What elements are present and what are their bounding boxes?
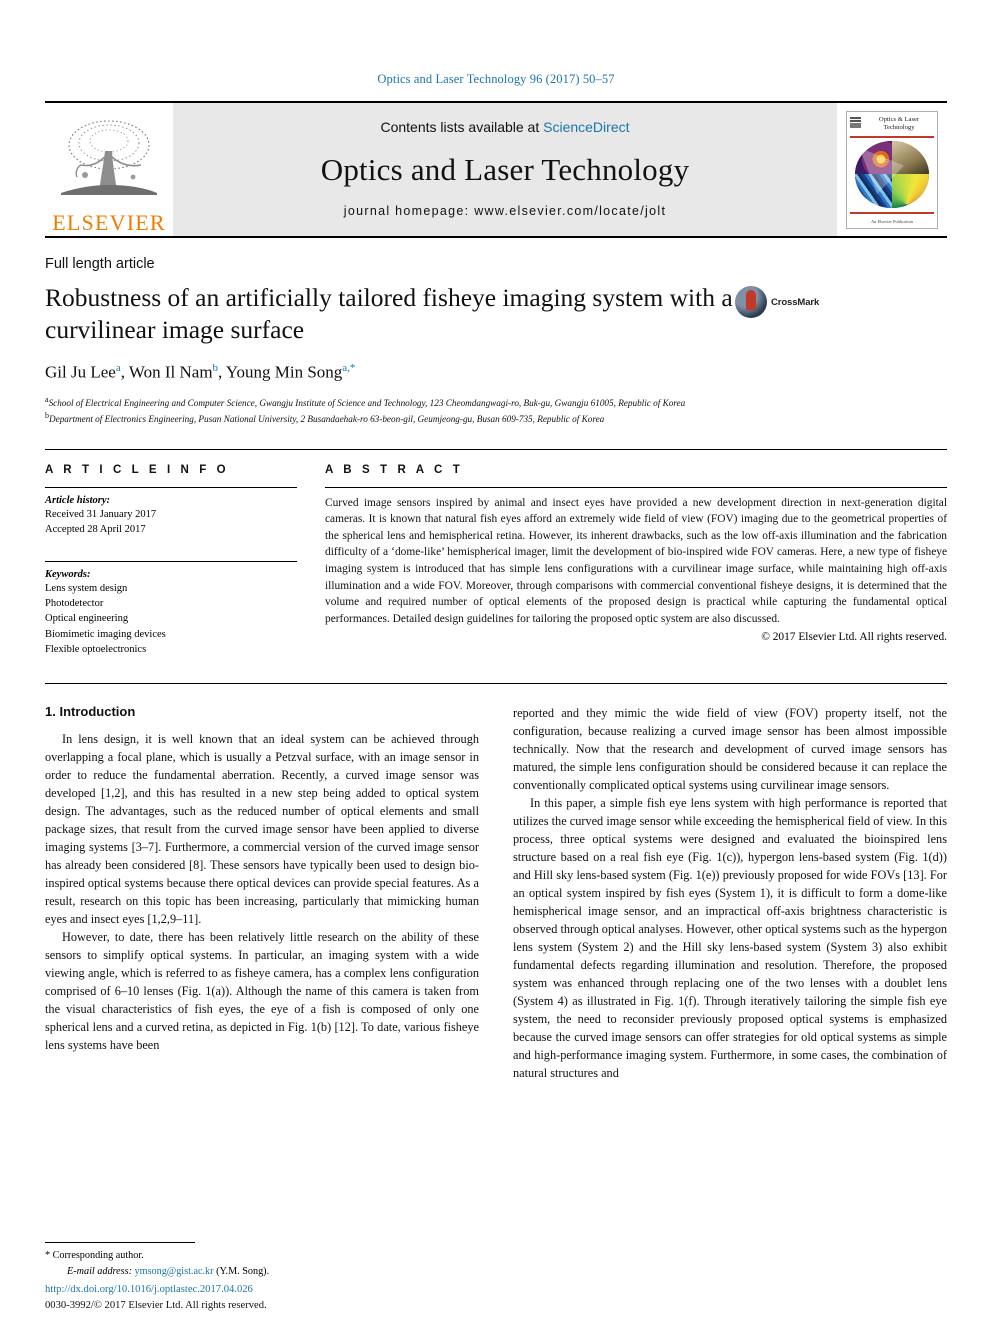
author-name-3[interactable]: Young Min Song (226, 363, 342, 382)
author-affmark-2: b (212, 362, 219, 375)
body-paragraph: However, to date, there has been relativ… (45, 930, 479, 1053)
crossmark-label: CrossMark (771, 296, 820, 308)
footnote-rule (45, 1242, 195, 1244)
keyword-item: Flexible optoelectronics (45, 643, 147, 655)
elsevier-logo: ELSEVIER (45, 103, 173, 236)
affiliation-a-text: School of Electrical Engineering and Com… (48, 397, 686, 408)
body-column-left: 1. Introduction In lens design, it is we… (45, 704, 479, 1082)
keyword-item: Optical engineering (45, 613, 129, 625)
affiliation-b: bDepartment of Electronics Engineering, … (45, 410, 947, 426)
title-row: Robustness of an artificially tailored f… (45, 282, 947, 346)
body-columns: 1. Introduction In lens design, it is we… (45, 683, 947, 1082)
article-info-rule-top (45, 486, 297, 488)
masthead-center: Contents lists available at ScienceDirec… (173, 103, 837, 236)
journal-title: Optics and Laser Technology (320, 151, 690, 187)
body-paragraph: In lens design, it is well known that an… (45, 732, 479, 927)
issn-copyright-line: 0030-3992/© 2017 Elsevier Ltd. All right… (45, 1299, 267, 1311)
keyword-item: Biomimetic imaging devices (45, 628, 166, 640)
page-title: Robustness of an artificially tailored f… (45, 283, 733, 345)
doi-link[interactable]: http://dx.doi.org/10.1016/j.optlastec.20… (45, 1282, 475, 1297)
cover-rule-bottom (850, 211, 934, 214)
email-suffix: (Y.M. Song). (216, 1265, 270, 1277)
info-abstract-block: A R T I C L E I N F O Article history: R… (45, 448, 947, 658)
elsevier-wordmark: ELSEVIER (52, 210, 166, 235)
section-heading-introduction: 1. Introduction (45, 704, 136, 720)
corresponding-text: Corresponding author. (52, 1250, 144, 1262)
author-name-1[interactable]: Gil Ju Lee (45, 363, 116, 382)
journal-masthead: ELSEVIER Contents lists available at Sci… (45, 101, 947, 238)
keyword-item: Photodetector (45, 598, 104, 610)
cover-artwork (855, 141, 929, 208)
author-list: Gil Ju Leea, Won Il Namb, Young Min Song… (45, 362, 356, 382)
journal-homepage-link[interactable]: journal homepage: www.elsevier.com/locat… (344, 204, 666, 218)
cover-box: Optics & Laser Technology An Elsevier Pu… (846, 110, 938, 229)
cover-rule-top (850, 136, 934, 139)
article-info-heading: A R T I C L E I N F O (45, 463, 230, 476)
affiliation-list: aSchool of Electrical Engineering and Co… (45, 394, 947, 427)
affiliation-a: aSchool of Electrical Engineering and Co… (45, 394, 947, 410)
author-name-2[interactable]: Won Il Nam (129, 363, 213, 382)
cover-header: Optics & Laser Technology (850, 116, 934, 134)
corresponding-author-line: * Corresponding author. (45, 1248, 475, 1263)
email-link[interactable]: ymsong@gist.ac.kr (135, 1266, 214, 1277)
author-affmark-1: a (115, 362, 121, 375)
cover-barcode-icon (850, 116, 861, 128)
crossmark-icon (735, 286, 767, 318)
abstract-copyright: © 2017 Elsevier Ltd. All rights reserved… (761, 630, 947, 643)
article-info-column: A R T I C L E I N F O Article history: R… (45, 464, 297, 658)
doi-block: http://dx.doi.org/10.1016/j.optlastec.20… (45, 1282, 475, 1313)
footnote-block: * Corresponding author. E-mail address: … (45, 1242, 475, 1279)
keywords-label: Keywords: (45, 568, 91, 580)
keyword-item: Lens system design (45, 582, 128, 594)
article-history-label: Article history: (45, 494, 111, 506)
contents-prefix: Contents lists available at (380, 119, 544, 135)
article-history-accepted: Accepted 28 April 2017 (45, 523, 146, 535)
author-affmark-3: a,* (342, 362, 356, 375)
paper-page: Optics and Laser Technology 96 (2017) 50… (0, 0, 992, 1323)
abstract-heading: A B S T R A C T (325, 463, 464, 476)
cover-title: Optics & Laser Technology (878, 115, 920, 132)
article-type: Full length article (45, 256, 155, 272)
elsevier-tree-icon (61, 120, 157, 195)
cover-quadrant-4 (892, 174, 929, 208)
body-column-right: reported and they mimic the wide field o… (513, 704, 947, 1082)
affiliation-b-text: Department of Electronics Engineering, P… (49, 414, 605, 425)
body-paragraph: reported and they mimic the wide field o… (513, 706, 947, 793)
email-line: E-mail address: ymsong@gist.ac.kr (Y.M. … (45, 1264, 475, 1279)
article-info-gap (45, 537, 297, 561)
running-head: Optics and Laser Technology 96 (2017) 50… (377, 72, 615, 86)
article-info-rule-mid (45, 560, 297, 562)
corresponding-marker: * (45, 1250, 51, 1262)
journal-cover-thumbnail: Optics & Laser Technology An Elsevier Pu… (837, 103, 947, 236)
article-history-received: Received 31 January 2017 (45, 508, 157, 520)
email-label: E-mail address: (67, 1265, 132, 1277)
crossmark-badge-group[interactable]: CrossMark (735, 286, 819, 318)
sciencedirect-link[interactable]: ScienceDirect (543, 119, 629, 135)
contents-line: Contents lists available at ScienceDirec… (380, 119, 629, 135)
abstract-rule (325, 486, 947, 488)
cover-footer: An Elsevier Publication (871, 218, 913, 224)
abstract-text: Curved image sensors inspired by animal … (325, 496, 947, 626)
abstract-column: A B S T R A C T Curved image sensors ins… (325, 464, 947, 658)
body-paragraph: In this paper, a simple fish eye lens sy… (513, 796, 948, 1081)
